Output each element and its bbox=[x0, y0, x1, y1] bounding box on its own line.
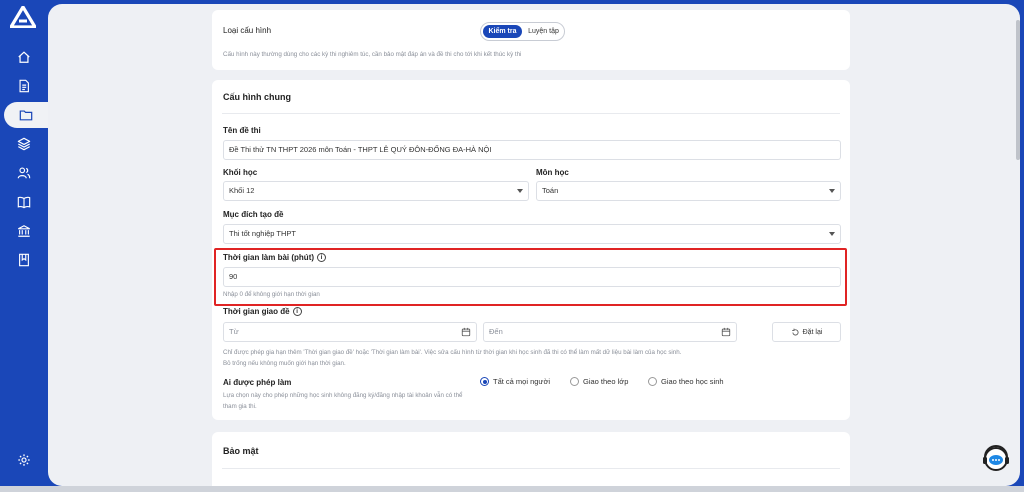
assign-from-input[interactable]: Từ bbox=[223, 322, 477, 342]
radio-icon bbox=[570, 377, 579, 386]
section-divider bbox=[222, 468, 840, 469]
chevron-down-icon bbox=[829, 189, 835, 193]
subject-value: Toán bbox=[542, 186, 559, 195]
exam-name-label: Tên đề thi bbox=[223, 126, 261, 135]
reset-icon bbox=[791, 328, 799, 335]
access-help-2: tham gia thi. bbox=[223, 403, 257, 410]
purpose-value: Thi tốt nghiệp THPT bbox=[229, 229, 296, 238]
chevron-down-icon bbox=[829, 232, 835, 236]
sidebar-item-institution[interactable] bbox=[0, 218, 48, 244]
document-icon bbox=[19, 79, 29, 93]
app-logo[interactable] bbox=[10, 6, 36, 28]
calendar-icon[interactable] bbox=[721, 327, 731, 337]
reset-button[interactable]: Đặt lại bbox=[772, 322, 841, 342]
purpose-label: Mục đích tạo đề bbox=[223, 210, 284, 219]
access-radio-all[interactable]: Tất cả mọi người bbox=[480, 377, 550, 386]
bookmark-icon bbox=[19, 253, 29, 267]
layers-icon bbox=[17, 137, 31, 151]
assign-time-label: Thời gian giao đề i bbox=[223, 307, 302, 317]
home-icon bbox=[18, 51, 30, 63]
chevron-down-icon bbox=[517, 189, 523, 193]
assign-to-input[interactable]: Đến bbox=[483, 322, 737, 342]
access-label: Ai được phép làm bbox=[223, 378, 292, 387]
assign-time-help: Chỉ được phép gia hạn thêm 'Thời gian gi… bbox=[223, 349, 682, 356]
grade-value: Khối 12 bbox=[229, 186, 255, 195]
subject-label: Môn học bbox=[536, 168, 569, 177]
radio-checked-icon bbox=[480, 377, 489, 386]
support-chat-icon[interactable] bbox=[982, 445, 1010, 475]
sidebar-item-home[interactable] bbox=[0, 44, 48, 70]
config-type-label: Loại cấu hình bbox=[223, 26, 272, 35]
config-type-card: Loại cấu hình Kiểm tra Luyện tập Cấu hìn… bbox=[212, 10, 850, 70]
access-help: Lựa chọn này cho phép những học sinh khô… bbox=[223, 392, 463, 399]
section-divider bbox=[222, 113, 840, 114]
exam-name-input[interactable]: Đề Thi thử TN THPT 2026 môn Toán - THPT … bbox=[223, 140, 841, 160]
main-content: Loại cấu hình Kiểm tra Luyện tập Cấu hìn… bbox=[48, 4, 1020, 486]
sidebar-item-layers[interactable] bbox=[0, 131, 48, 157]
config-type-help: Cấu hình này thường dùng cho các kỳ thi … bbox=[223, 51, 522, 58]
config-type-toggle[interactable]: Kiểm tra Luyện tập bbox=[480, 22, 565, 41]
general-section-title: Cấu hình chung bbox=[223, 92, 291, 102]
info-icon[interactable]: i bbox=[292, 307, 302, 317]
radio-icon bbox=[648, 377, 657, 386]
folder-icon bbox=[19, 110, 33, 121]
access-radio-class[interactable]: Giao theo lớp bbox=[570, 377, 628, 386]
sidebar-item-users[interactable] bbox=[0, 160, 48, 186]
scrollbar[interactable] bbox=[1016, 20, 1020, 160]
sidebar-item-documents[interactable] bbox=[0, 73, 48, 99]
sidebar-item-folder[interactable] bbox=[4, 102, 48, 128]
duration-highlight-box bbox=[214, 248, 847, 306]
security-section-title: Bảo mật bbox=[223, 446, 259, 456]
gear-icon bbox=[18, 454, 30, 466]
access-radio-student[interactable]: Giao theo học sinh bbox=[648, 377, 724, 386]
sidebar-item-library[interactable] bbox=[0, 189, 48, 215]
bottom-status-bar bbox=[0, 486, 1024, 492]
book-icon bbox=[17, 196, 31, 209]
security-card: Bảo mật bbox=[212, 432, 850, 486]
grade-select[interactable]: Khối 12 bbox=[223, 181, 529, 201]
toggle-option-practice[interactable]: Luyện tập bbox=[524, 25, 563, 38]
institution-icon bbox=[18, 225, 30, 237]
purpose-select[interactable]: Thi tốt nghiệp THPT bbox=[223, 224, 841, 244]
sidebar-item-settings[interactable] bbox=[0, 447, 48, 473]
toggle-option-exam[interactable]: Kiểm tra bbox=[483, 25, 522, 38]
sidebar bbox=[0, 0, 48, 492]
subject-select[interactable]: Toán bbox=[536, 181, 841, 201]
assign-time-help-2: Bỏ trống nếu không muốn giới hạn thời gi… bbox=[223, 360, 346, 367]
sidebar-item-bookmark[interactable] bbox=[0, 247, 48, 273]
calendar-icon[interactable] bbox=[461, 327, 471, 337]
users-icon bbox=[17, 167, 31, 179]
grade-label: Khối học bbox=[223, 168, 258, 177]
